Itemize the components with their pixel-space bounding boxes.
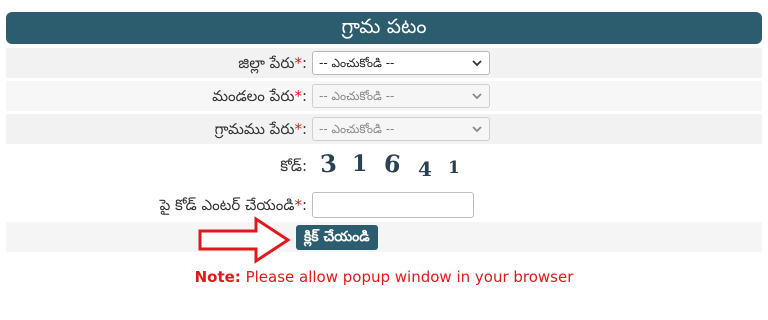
village-select[interactable]: -- ఎంచుకోండి --	[312, 117, 490, 141]
captcha-digit: 1	[352, 151, 368, 177]
captcha-digit: 1	[448, 158, 460, 178]
chevron-down-icon	[471, 85, 483, 114]
village-label: గ్రామము పేరు*:	[214, 120, 307, 138]
district-select[interactable]: -- ఎంచుకోండి --	[312, 51, 490, 75]
chevron-down-icon	[471, 118, 483, 147]
village-row: గ్రామము పేరు*: -- ఎంచుకోండి --	[6, 114, 762, 144]
district-label: జిల్లా పేరు*:	[238, 54, 307, 72]
page-title-text: గ్రామ పటం	[341, 13, 427, 38]
chevron-down-icon	[471, 52, 483, 81]
mandal-label: మండలం పేరు*:	[212, 87, 307, 105]
captcha-image: 3 1 6 4 1	[312, 148, 484, 185]
district-row: జిల్లా పేరు*: -- ఎంచుకోండి --	[6, 48, 762, 78]
page-title: గ్రామ పటం	[6, 12, 762, 44]
submit-button[interactable]: క్లిక్ చేయండి	[296, 225, 378, 250]
mandal-row: మండలం పేరు*: -- ఎంచుకోండి --	[6, 81, 762, 111]
mandal-select[interactable]: -- ఎంచుకోండి --	[312, 84, 490, 108]
submit-row	[6, 222, 762, 252]
captcha-code-input[interactable]	[312, 192, 474, 218]
note-text: Please allow popup window in your browse…	[240, 268, 574, 286]
note-prefix: Note:	[194, 268, 241, 286]
code-label: కోడ్:	[280, 157, 307, 175]
captcha-digit: 6	[382, 148, 403, 179]
captcha-digit: 4	[418, 157, 432, 181]
captcha-digit: 3	[319, 148, 338, 179]
popup-note: Note: Please allow popup window in your …	[0, 268, 768, 286]
arrow-right-icon	[196, 215, 292, 269]
